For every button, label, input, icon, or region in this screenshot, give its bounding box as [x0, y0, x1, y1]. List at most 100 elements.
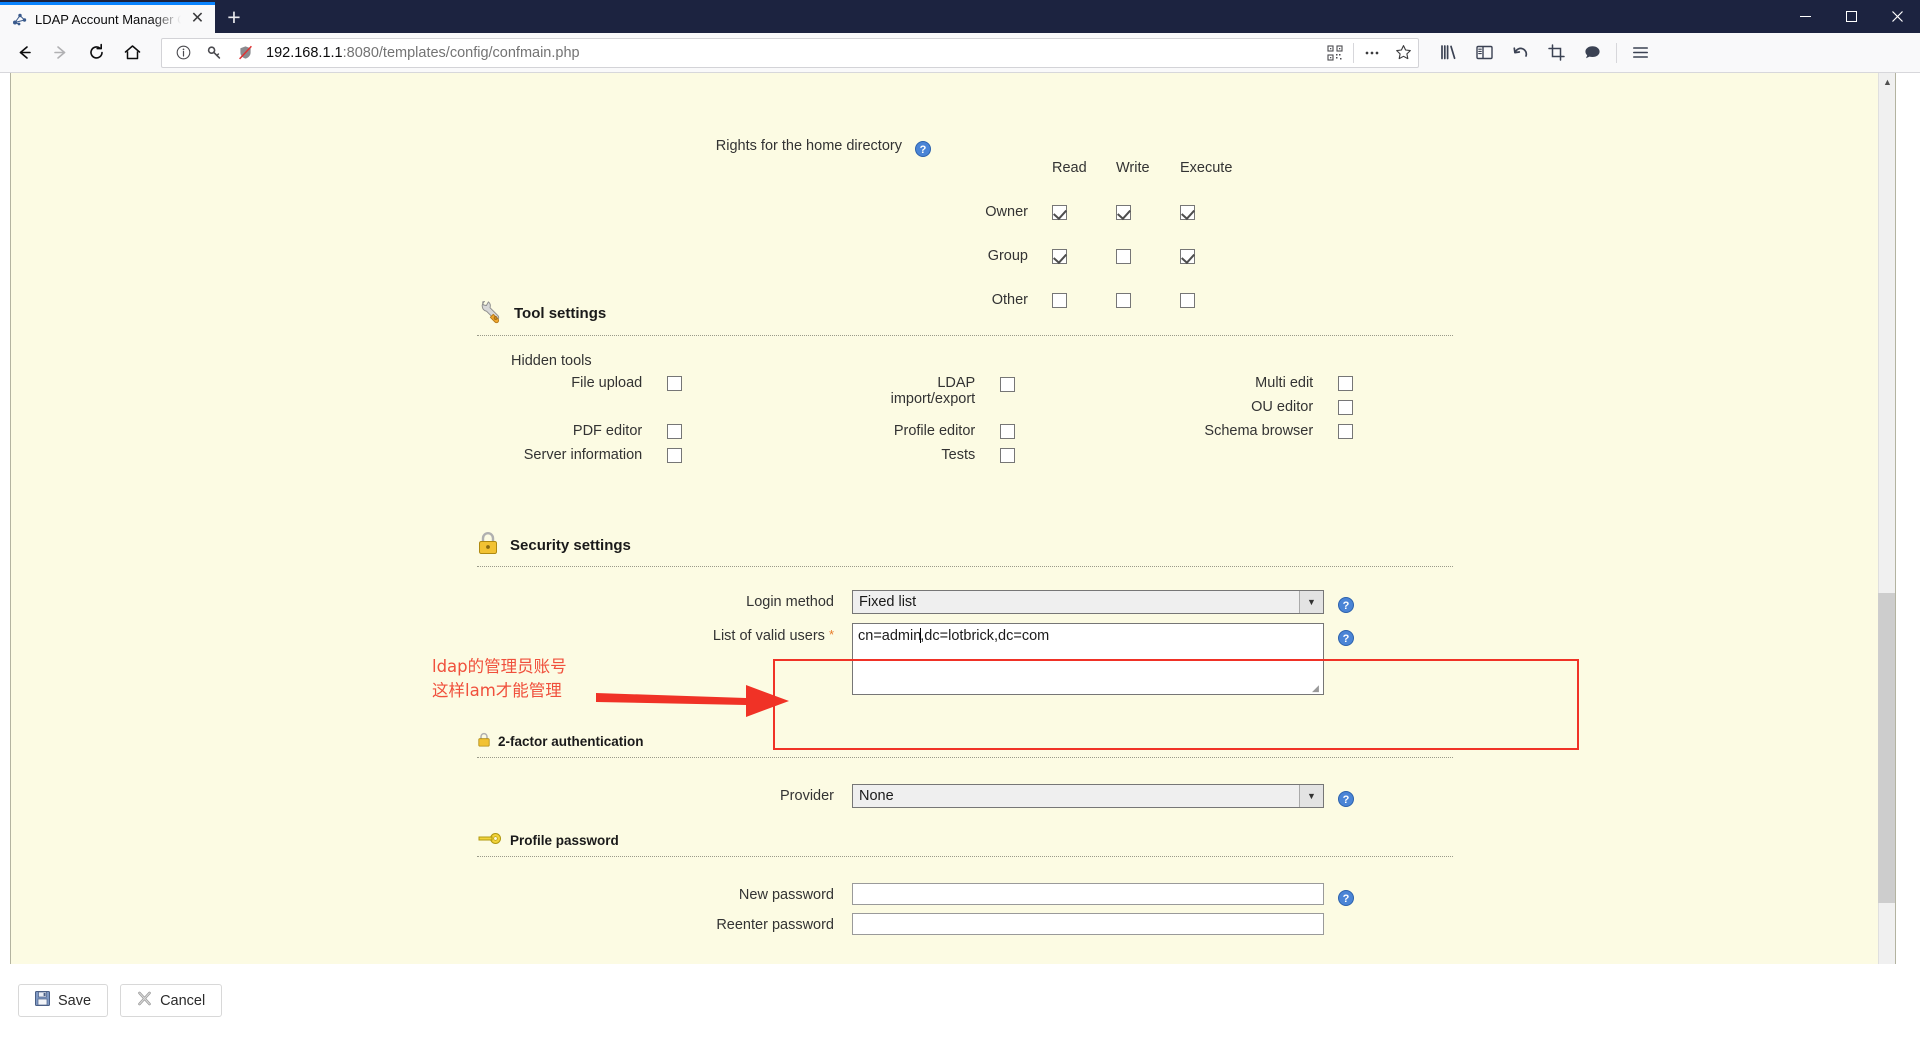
provider-select[interactable]: None ▼ — [852, 784, 1324, 808]
checkbox-profile-editor[interactable] — [1000, 423, 1015, 439]
browser-window: LDAP Account Manager Con ✕ + — [0, 0, 1920, 1037]
column-header-read: Read — [1052, 160, 1087, 176]
home-directory-rights-section: Rights for the home directory ? Read Wri… — [11, 73, 1895, 308]
forward-button[interactable] — [43, 37, 77, 69]
tool-profile-editor: Profile editor — [810, 423, 1015, 439]
checkbox-group-write[interactable] — [1116, 248, 1131, 264]
save-button[interactable]: Save — [18, 984, 109, 1017]
row-label-other: Other — [991, 292, 1028, 308]
table-row: Group — [978, 235, 1242, 277]
library-icon[interactable] — [1431, 37, 1466, 69]
chevron-down-icon[interactable]: ▼ — [1299, 785, 1323, 807]
info-icon[interactable] — [170, 40, 196, 66]
home-directory-rights-label: Rights for the home directory ? — [556, 138, 931, 157]
two-factor-title: 2-factor authentication — [498, 733, 644, 749]
qr-code-icon[interactable] — [1322, 40, 1348, 66]
login-method-value: Fixed list — [859, 594, 917, 610]
checkbox-ou-editor[interactable] — [1338, 399, 1353, 415]
chat-icon[interactable] — [1575, 37, 1610, 69]
reenter-password-field[interactable] — [852, 913, 1324, 935]
pocket-icon[interactable] — [1503, 37, 1538, 69]
new-password-field[interactable] — [852, 883, 1324, 905]
checkbox-owner-write[interactable] — [1116, 204, 1131, 220]
tool-pdf-editor-label: PDF editor — [572, 423, 643, 439]
scroll-up-arrow-icon[interactable]: ▲ — [1879, 73, 1895, 90]
tool-settings-section: Tool settings Hidden tools File upload P… — [477, 298, 1453, 483]
column-header-write: Write — [1116, 160, 1150, 176]
scrollbar-thumb[interactable] — [1878, 593, 1895, 903]
checkbox-file-upload[interactable] — [667, 375, 682, 391]
url-bar[interactable]: 192.168.1.1:8080/templates/config/confma… — [161, 37, 1419, 68]
checkbox-server-information[interactable] — [667, 447, 682, 463]
checkbox-multi-edit[interactable] — [1338, 375, 1353, 391]
permissions-header-row: Read Write Execute — [978, 147, 1242, 189]
key-icon[interactable] — [201, 40, 227, 66]
annotation-arrow-icon — [596, 685, 789, 717]
section-divider — [477, 856, 1453, 857]
checkbox-group-execute[interactable] — [1180, 248, 1195, 264]
checkbox-owner-execute[interactable] — [1180, 204, 1195, 220]
padlock-icon — [477, 531, 499, 559]
browser-titlebar: LDAP Account Manager Con ✕ + — [0, 0, 1920, 33]
tab-title: LDAP Account Manager Con — [35, 11, 181, 27]
checkbox-tests[interactable] — [1000, 447, 1015, 463]
resize-grip-icon[interactable]: ◢ — [1312, 684, 1321, 693]
maximize-button[interactable] — [1828, 0, 1874, 33]
valid-users-textarea[interactable]: cn=admin,dc=lotbrick,dc=com ◢ — [852, 623, 1324, 695]
checkbox-other-write[interactable] — [1116, 292, 1131, 308]
new-password-row: New password ? — [477, 883, 1453, 906]
tool-settings-heading: Tool settings — [477, 298, 1453, 335]
shield-slash-icon[interactable] — [232, 40, 258, 66]
url-host: 192.168.1.1 — [266, 44, 343, 61]
page-scrollbar[interactable]: ▲ ▼ — [1878, 73, 1895, 1037]
checkbox-ldap-import-export[interactable] — [1000, 377, 1015, 392]
valid-users-value-part1: cn=admin — [858, 628, 922, 644]
help-icon[interactable]: ? — [1338, 597, 1354, 613]
tool-ldap-label-line1: LDAP — [937, 375, 976, 391]
tab-close-icon[interactable]: ✕ — [188, 10, 207, 29]
help-icon[interactable]: ? — [915, 141, 931, 157]
reload-button[interactable] — [79, 37, 113, 69]
browser-tab[interactable]: LDAP Account Manager Con ✕ — [0, 2, 215, 33]
checkbox-owner-read[interactable] — [1052, 204, 1067, 220]
tool-multi-edit-label: Multi edit — [1255, 375, 1314, 391]
help-icon[interactable]: ? — [1338, 791, 1354, 807]
security-settings-title: Security settings — [510, 536, 631, 554]
back-button[interactable] — [7, 37, 41, 69]
page-actions-icon[interactable] — [1359, 40, 1385, 66]
two-factor-heading: 2-factor authentication — [477, 732, 1453, 757]
checkbox-group-read[interactable] — [1052, 248, 1067, 264]
annotation-line-2: 这样lam才能管理 — [432, 680, 562, 700]
checkbox-other-read[interactable] — [1052, 292, 1067, 308]
checkbox-schema-browser[interactable] — [1338, 423, 1353, 439]
tool-tests: Tests — [810, 447, 1015, 463]
checkbox-pdf-editor[interactable] — [667, 423, 682, 439]
new-tab-button[interactable]: + — [215, 2, 253, 33]
checkbox-other-execute[interactable] — [1180, 292, 1195, 308]
sidebar-icon[interactable] — [1467, 37, 1502, 69]
chevron-down-icon[interactable]: ▼ — [1299, 591, 1323, 613]
close-button[interactable] — [1874, 0, 1920, 33]
help-icon[interactable]: ? — [1338, 890, 1354, 906]
login-method-row: Login method Fixed list ▼ ? — [477, 590, 1453, 614]
wrench-icon — [477, 298, 503, 328]
page-content: Rights for the home directory ? Read Wri… — [11, 73, 1895, 1037]
cancel-button[interactable]: Cancel — [120, 984, 223, 1017]
section-divider — [477, 757, 1453, 758]
help-icon[interactable]: ? — [1338, 630, 1354, 646]
table-row: Other — [978, 279, 1242, 321]
valid-users-value-part2: ,dc=lotbrick,dc=com — [920, 628, 1050, 644]
menu-icon[interactable] — [1623, 37, 1658, 69]
floppy-disk-icon — [35, 991, 50, 1010]
row-label-owner: Owner — [985, 204, 1028, 220]
tool-ldap-import-export: LDAP import/export — [810, 375, 1015, 407]
small-padlock-icon — [477, 732, 491, 750]
security-settings-section: Security settings Login method Fixed lis… — [477, 531, 1453, 695]
minimize-button[interactable] — [1782, 0, 1828, 33]
annotation-line-1: ldap的管理员账号 — [432, 657, 567, 676]
bookmark-star-icon[interactable] — [1390, 40, 1416, 66]
home-button[interactable] — [115, 37, 149, 69]
provider-row: Provider None ▼ ? — [477, 784, 1453, 808]
login-method-select[interactable]: Fixed list ▼ — [852, 590, 1324, 614]
screenshot-icon[interactable] — [1539, 37, 1574, 69]
